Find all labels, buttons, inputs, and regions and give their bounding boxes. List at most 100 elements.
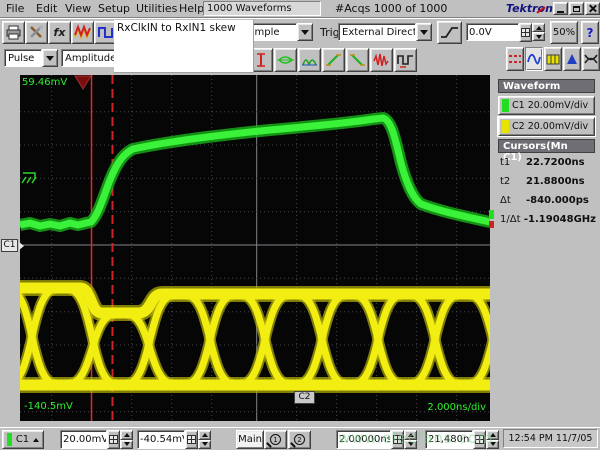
channel2-scale-button[interactable]: C2 20.00mV/div [498,117,595,136]
measure-jitter-button[interactable] [394,48,417,72]
keypad-button[interactable] [391,430,404,449]
close-button[interactable] [585,2,600,15]
down-arrow-icon [536,35,542,39]
channel2-tag[interactable]: C2 [294,391,315,404]
utilities-tools-button[interactable] [25,21,48,44]
marker-icon [253,52,270,69]
vertical-position-field[interactable]: -40.54mV [137,430,185,449]
close-icon [588,4,597,13]
channel-color-chip-icon [7,433,12,446]
keypad-button[interactable] [473,430,486,449]
right-control-panel: Waveform C1 20.00mV/div C2 20.00mV/div C… [494,75,600,427]
mask-mode-icon [565,51,579,67]
eye-mode-icon [584,51,598,67]
fall-slope-icon [349,52,366,69]
vertical-position-spinner: -40.54mV [137,430,211,449]
graticule-display[interactable]: 59.46mV -140.5mV 2.000ns/div C2 [20,75,490,421]
keypad-button[interactable] [519,23,532,42]
trigger-source-dropdown-button[interactable] [416,23,432,41]
channel1-scale-button[interactable]: C1 20.00mV/div [498,96,595,115]
histogram-mode-button[interactable] [544,47,562,71]
channel-select-label: C1 [16,434,29,445]
trigger-position-icon[interactable] [75,76,91,89]
measure-eye-width-button[interactable] [274,48,297,72]
horizontal-scale-field[interactable]: 2.00000ns [336,430,391,449]
menu-setup[interactable]: Setup [98,2,130,15]
rise-slope-icon [325,52,342,69]
zoom2-button[interactable]: 2 [288,430,311,449]
menu-edit[interactable]: Edit [36,2,57,15]
c1-step-trace [20,118,490,226]
c2-eye-trace [20,288,490,385]
mask-mode-button[interactable] [563,47,581,71]
annotation-label: RxClkIN to RxIN1 skew [114,20,254,73]
trigger-level-field[interactable]: 0.0V [466,23,519,41]
cursor-mode-button[interactable] [506,47,524,71]
vertical-scale-field[interactable]: 20.00mV/ [60,430,107,449]
keypad-icon [475,435,484,444]
trigger-level-down-button[interactable] [532,32,545,41]
trig-label: Trig [320,26,340,39]
context-help-button[interactable]: ? [581,21,599,44]
c2-color-chip-icon [502,120,509,133]
channel-select-button[interactable]: C1 [2,430,44,449]
keypad-button[interactable] [107,430,120,449]
help-pointer-icon: ? [587,26,594,40]
keypad-icon [187,435,196,444]
acquisition-mode-dropdown-button[interactable] [297,23,313,41]
zoom1-button[interactable]: 1 [264,430,287,449]
vertical-scale-spinner: 20.00mV/ [60,430,133,449]
trigger-level-spinner: 0.0V [466,23,545,41]
eye-mode-button[interactable] [582,47,600,71]
trigger-source-select[interactable]: External Direct [338,23,416,41]
cursor-readout-t2: t221.8800ns [500,176,596,187]
vertical-scale-down-button[interactable] [120,440,133,450]
channel1-tag[interactable]: C1 [1,239,18,252]
horizontal-position-field[interactable]: 21,480n [425,430,473,449]
down-arrow-icon [408,442,414,446]
trigger-level-up-button[interactable] [532,23,545,32]
formula-button[interactable]: fx [48,21,71,44]
horizontal-scale-down-button[interactable] [404,440,417,450]
restore-button[interactable] [569,2,584,15]
waveform-mode-button[interactable] [525,47,543,71]
measure-category-dropdown-button[interactable] [42,49,58,67]
top-voltage-readout: 59.46mV [22,77,67,88]
measure-fall-slope-button[interactable] [346,48,369,72]
c1-color-chip-icon [502,99,509,112]
measure-burst-button[interactable] [370,48,393,72]
restore-icon [573,6,580,12]
horizontal-scale-spinner: 2.00000ns [336,430,417,449]
waveform-button[interactable] [71,21,94,44]
timebase-readout: 2.000ns/div [427,402,486,413]
trigger-slope-icon [440,25,459,40]
print-button[interactable] [2,21,25,44]
keypad-button[interactable] [185,430,198,449]
horizontal-position-up-button[interactable] [486,430,499,440]
histogram-mode-icon [546,51,560,67]
measure-eye-arches-button[interactable] [298,48,321,72]
vertical-position-down-button[interactable] [198,440,211,450]
menu-utilities[interactable]: Utilities [136,2,177,15]
minimize-button[interactable] [553,2,568,15]
measure-rise-slope-button[interactable] [322,48,345,72]
menu-file[interactable]: File [6,2,24,15]
horizontal-mode-button[interactable]: Main [236,430,264,449]
horizontal-position-down-button[interactable] [486,440,499,450]
measure-category-select[interactable]: Pulse [4,49,42,67]
menu-view[interactable]: View [65,2,91,15]
trigger-slope-button[interactable] [437,21,462,44]
up-arrow-icon [536,26,542,30]
vertical-position-up-button[interactable] [198,430,211,440]
down-arrow-icon [124,442,130,446]
keypad-icon [393,435,402,444]
set-50-percent-button[interactable]: 50% [550,21,578,44]
vertical-scale-up-button[interactable] [120,430,133,440]
jitter-pulse-icon [397,52,414,69]
up-arrow-icon [408,433,414,437]
menu-help[interactable]: Help [179,2,204,15]
horizontal-scale-up-button[interactable] [404,430,417,440]
formula-icon: fx [54,26,66,39]
c1-scale-label: C1 20.00mV/div [512,100,588,111]
bottom-voltage-readout: -140.5mV [24,401,73,412]
